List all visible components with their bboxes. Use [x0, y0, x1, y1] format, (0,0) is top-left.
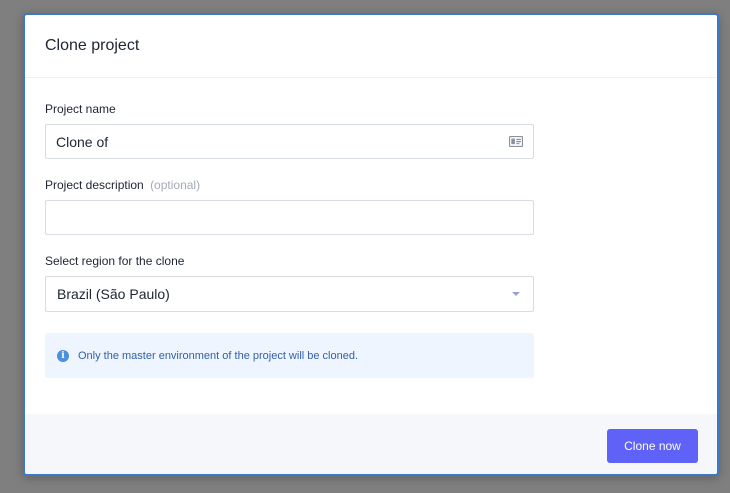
dialog-body: Project name Project description (option…	[25, 78, 717, 378]
region-select[interactable]: Brazil (São Paulo)	[45, 276, 534, 312]
info-icon: i	[57, 349, 69, 362]
info-banner: i Only the master environment of the pro…	[45, 333, 534, 378]
clone-project-dialog: Clone project Project name Project descr…	[23, 13, 719, 476]
project-name-input[interactable]	[46, 125, 506, 158]
dialog-footer: Clone now	[25, 414, 717, 474]
contact-card-icon[interactable]	[509, 136, 523, 147]
optional-hint: (optional)	[150, 178, 201, 192]
project-description-label-text: Project description	[45, 178, 144, 192]
project-name-label: Project name	[45, 102, 697, 116]
project-description-input[interactable]	[46, 201, 506, 234]
dialog-header: Clone project	[25, 15, 717, 78]
project-name-field-wrapper	[45, 124, 534, 159]
project-description-label: Project description (optional)	[45, 178, 697, 192]
clone-now-button[interactable]: Clone now	[607, 429, 698, 463]
info-text: Only the master environment of the proje…	[78, 349, 359, 362]
project-name-label-text: Project name	[45, 102, 116, 116]
region-selected-value: Brazil (São Paulo)	[57, 286, 170, 302]
region-select-label-text: Select region for the clone	[45, 254, 185, 268]
dialog-title: Clone project	[45, 37, 140, 54]
project-description-field-wrapper	[45, 200, 534, 235]
region-select-label: Select region for the clone	[45, 254, 697, 268]
chevron-down-icon	[512, 292, 520, 296]
